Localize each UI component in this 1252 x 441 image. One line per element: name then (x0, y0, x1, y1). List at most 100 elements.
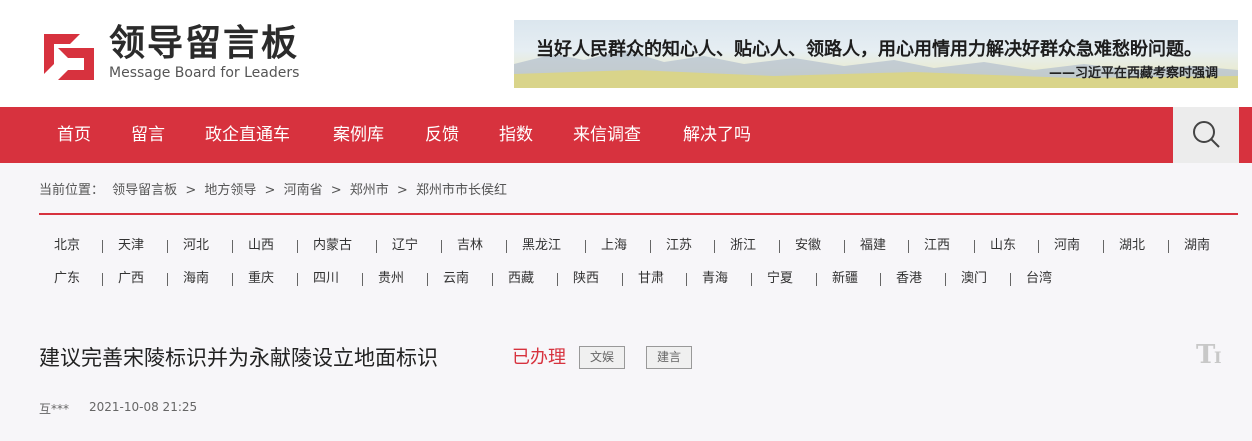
region-link[interactable]: 海南 (183, 269, 209, 289)
region-link[interactable]: 四川 (313, 269, 339, 289)
region-separator (779, 240, 780, 253)
region-link[interactable]: 新疆 (832, 269, 858, 289)
status-label: 已办理 (512, 347, 566, 368)
region-separator (844, 240, 845, 253)
region-separator (376, 240, 377, 253)
region-link[interactable]: 山西 (248, 236, 274, 256)
region-separator (102, 273, 103, 286)
svg-text:I: I (1214, 348, 1221, 367)
region-link[interactable]: 北京 (54, 236, 80, 256)
region-separator (1010, 273, 1011, 286)
tag-category[interactable]: 文娱 (579, 346, 626, 369)
region-link[interactable]: 陕西 (573, 269, 599, 289)
region-separator (297, 273, 298, 286)
region-separator (492, 273, 493, 286)
region-separator (622, 273, 623, 286)
region-link[interactable]: 宁夏 (767, 269, 793, 289)
logo-mark-icon (44, 34, 94, 80)
nav-survey[interactable]: 来信调查 (573, 107, 641, 163)
region-link[interactable]: 香港 (896, 269, 922, 289)
breadcrumb-divider (39, 213, 1238, 215)
region-link[interactable]: 江苏 (666, 236, 692, 256)
breadcrumb-item-board[interactable]: 领导留言板 (112, 183, 177, 198)
nav-enterprise[interactable]: 政企直通车 (205, 107, 290, 163)
region-separator (585, 240, 586, 253)
region-link[interactable]: 澳门 (961, 269, 987, 289)
breadcrumb-item-city[interactable]: 郑州市 (350, 183, 389, 198)
nav-feedback[interactable]: 反馈 (425, 107, 459, 163)
banner: 当好人民群众的知心人、贴心人、领路人，用心用情用力解决好群众急难愁盼问题。 ——… (514, 20, 1238, 88)
region-link[interactable]: 贵州 (378, 269, 404, 289)
region-separator (427, 273, 428, 286)
region-link[interactable]: 甘肃 (638, 269, 664, 289)
nav-home[interactable]: 首页 (57, 107, 91, 163)
region-link[interactable]: 吉林 (457, 236, 483, 256)
region-separator (908, 240, 909, 253)
region-separator (441, 240, 442, 253)
region-link[interactable]: 西藏 (508, 269, 534, 289)
region-link[interactable]: 福建 (860, 236, 886, 256)
region-link[interactable]: 重庆 (248, 269, 274, 289)
search-icon (1193, 121, 1220, 148)
breadcrumb-item-local[interactable]: 地方领导 (204, 183, 256, 198)
banner-author: ——习近平在西藏考察时强调 (1048, 66, 1218, 81)
breadcrumb-separator: > (396, 183, 408, 198)
region-separator (816, 273, 817, 286)
message-title: 建议完善宋陵标识并为永献陵设立地面标识 (39, 346, 438, 370)
breadcrumb-prefix: 当前位置： (39, 183, 105, 198)
region-separator (974, 240, 975, 253)
breadcrumb-separator: > (185, 183, 197, 198)
region-separator (945, 273, 946, 286)
region-link[interactable]: 安徽 (795, 236, 821, 256)
font-size-button[interactable]: T I (1195, 338, 1229, 370)
region-link[interactable]: 青海 (702, 269, 728, 289)
region-link[interactable]: 湖北 (1119, 236, 1145, 256)
region-separator (880, 273, 881, 286)
nav-cases[interactable]: 案例库 (333, 107, 384, 163)
region-link[interactable]: 内蒙古 (313, 236, 352, 256)
region-separator (1103, 240, 1104, 253)
region-link[interactable]: 上海 (601, 236, 627, 256)
region-separator (232, 240, 233, 253)
breadcrumb-separator: > (264, 183, 276, 198)
region-link[interactable]: 河南 (1054, 236, 1080, 256)
nav-messages[interactable]: 留言 (131, 107, 165, 163)
search-button[interactable] (1173, 107, 1239, 163)
region-separator (1168, 240, 1169, 253)
breadcrumb: 当前位置： 领导留言板 > 地方领导 > 河南省 > 郑州市 > 郑州市市长侯红 (39, 179, 511, 198)
region-link[interactable]: 黑龙江 (522, 236, 561, 256)
region-link[interactable]: 江西 (924, 236, 950, 256)
region-separator (297, 240, 298, 253)
region-separator (557, 273, 558, 286)
region-link[interactable]: 台湾 (1026, 269, 1052, 289)
nav-resolved[interactable]: 解决了吗 (683, 107, 751, 163)
region-link[interactable]: 广西 (118, 269, 144, 289)
region-separator (650, 240, 651, 253)
region-link[interactable]: 云南 (443, 269, 469, 289)
region-separator (102, 240, 103, 253)
region-link[interactable]: 广东 (54, 269, 80, 289)
region-separator (362, 273, 363, 286)
breadcrumb-separator: > (330, 183, 342, 198)
region-separator (1038, 240, 1039, 253)
nav-index[interactable]: 指数 (499, 107, 533, 163)
main-nav: 首页 留言 政企直通车 案例库 反馈 指数 来信调查 解决了吗 (0, 107, 1252, 163)
author-name: 互*** (39, 402, 70, 416)
tag-type[interactable]: 建言 (646, 346, 693, 369)
region-separator (232, 273, 233, 286)
region-link[interactable]: 河北 (183, 236, 209, 256)
region-link[interactable]: 山东 (990, 236, 1016, 256)
region-link[interactable]: 辽宁 (392, 236, 418, 256)
region-link[interactable]: 湖南 (1184, 236, 1210, 256)
region-link[interactable]: 天津 (118, 236, 144, 256)
breadcrumb-item-leader[interactable]: 郑州市市长侯红 (416, 183, 507, 198)
site-logo[interactable]: 领导留言板 Message Board for Leaders (40, 22, 310, 84)
region-separator (714, 240, 715, 253)
banner-quote: 当好人民群众的知心人、贴心人、领路人，用心用情用力解决好群众急难愁盼问题。 (536, 39, 1202, 60)
region-separator (506, 240, 507, 253)
svg-text:T: T (1196, 340, 1216, 368)
logo-title-cn: 领导留言板 (109, 23, 300, 64)
region-separator (167, 240, 168, 253)
region-link[interactable]: 浙江 (730, 236, 756, 256)
breadcrumb-item-province[interactable]: 河南省 (284, 183, 323, 198)
